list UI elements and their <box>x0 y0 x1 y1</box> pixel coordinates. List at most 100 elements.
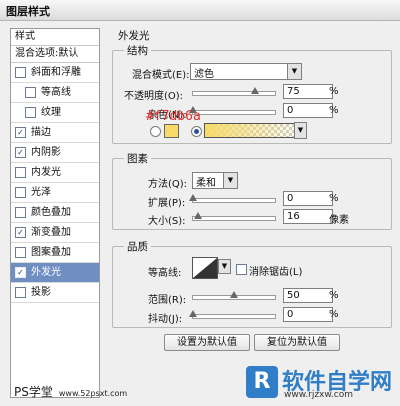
styles-list: 样式 混合选项:默认 斜面和浮雕等高线纹理 ✓ 描边 ✓ 内阴影内发光光泽颜色叠加 ✓ 渐变… <box>10 28 100 398</box>
gradient-dropdown[interactable]: ▼ <box>294 122 307 139</box>
ps-watermark-url: www.52psxt.com <box>58 389 128 398</box>
jitter-slider[interactable] <box>189 310 276 319</box>
reset-default-button[interactable]: 复位为默认值 <box>254 334 340 351</box>
percent-unit: % <box>329 290 339 301</box>
style-checkbox[interactable] <box>15 287 26 298</box>
slider-thumb[interactable] <box>189 194 197 201</box>
spread-input[interactable]: 0 <box>283 191 333 206</box>
blend-mode-label: 混合模式(E): <box>132 70 190 81</box>
style-item-label: 描边 <box>31 127 51 138</box>
jitter-label: 抖动(J): <box>148 314 183 325</box>
style-checkbox[interactable] <box>15 167 26 178</box>
blend-mode-select[interactable]: 滤色 ▼ <box>190 63 302 80</box>
noise-input[interactable]: 0 <box>283 103 333 118</box>
slider-thumb[interactable] <box>250 87 259 94</box>
color-radio[interactable] <box>150 126 161 137</box>
blend-mode-value: 滤色 <box>194 69 214 80</box>
color-annotation: #f7db6a <box>146 109 201 124</box>
slider-thumb[interactable] <box>230 291 238 298</box>
blend-options-item[interactable]: 混合选项:默认 <box>11 46 99 63</box>
style-item-label: 斜面和浮雕 <box>31 67 81 78</box>
spread-slider[interactable] <box>189 194 276 203</box>
style-item[interactable]: 斜面和浮雕 <box>11 63 99 83</box>
style-item[interactable]: ✓ 描边 <box>11 123 99 143</box>
style-item-label: 内发光 <box>31 167 61 178</box>
style-checkbox[interactable]: ✓ <box>15 147 26 158</box>
size-input[interactable]: 16 <box>283 209 333 224</box>
style-item[interactable]: 光泽 <box>11 183 99 203</box>
contour-label: 等高线: <box>148 268 182 279</box>
technique-select[interactable]: 柔和 ▼ <box>192 172 238 189</box>
gradient-preview <box>205 124 303 137</box>
technique-label: 方法(Q): <box>148 179 188 190</box>
style-item[interactable]: 颜色叠加 <box>11 203 99 223</box>
chevron-down-icon: ▼ <box>223 173 237 188</box>
style-item[interactable]: 投影 <box>11 283 99 303</box>
style-item-label: 投影 <box>31 287 51 298</box>
style-item-label: 外发光 <box>31 267 61 278</box>
style-checkbox[interactable] <box>25 107 36 118</box>
brand-logo-icon: R <box>246 366 278 398</box>
set-default-button[interactable]: 设置为默认值 <box>164 334 250 351</box>
style-item[interactable]: ✓ 内阴影 <box>11 143 99 163</box>
style-checkbox[interactable] <box>15 247 26 258</box>
antialias-checkbox[interactable] <box>236 264 247 275</box>
styles-header[interactable]: 样式 <box>11 29 99 46</box>
gradient-picker[interactable] <box>204 123 304 138</box>
style-checkbox[interactable]: ✓ <box>15 227 26 238</box>
spread-label: 扩展(P): <box>148 198 186 209</box>
range-slider[interactable] <box>192 291 276 300</box>
noise-slider[interactable] <box>189 106 276 115</box>
range-input[interactable]: 50 <box>283 288 333 303</box>
jitter-input[interactable]: 0 <box>283 307 333 322</box>
style-checkbox[interactable] <box>15 67 26 78</box>
style-checkbox[interactable]: ✓ <box>15 267 26 278</box>
structure-title: 结构 <box>124 43 151 58</box>
chevron-down-icon: ▼ <box>287 64 301 79</box>
percent-unit: % <box>329 105 339 116</box>
size-label: 大小(S): <box>148 216 186 227</box>
quality-title: 品质 <box>124 239 151 254</box>
style-item[interactable]: 图案叠加 <box>11 243 99 263</box>
elements-title: 图素 <box>124 151 151 166</box>
style-checkbox[interactable] <box>15 187 26 198</box>
contour-dropdown[interactable]: ▼ <box>218 259 231 274</box>
percent-unit: % <box>329 86 339 97</box>
size-slider[interactable] <box>192 212 276 221</box>
style-checkbox[interactable] <box>25 87 36 98</box>
style-item-label: 等高线 <box>41 87 71 98</box>
style-checkbox[interactable] <box>15 207 26 218</box>
outer-glow-title: 外发光 <box>118 30 150 42</box>
style-item-label: 光泽 <box>31 187 51 198</box>
style-item[interactable]: ✓ 渐变叠加 <box>11 223 99 243</box>
style-item-label: 颜色叠加 <box>31 207 71 218</box>
slider-thumb[interactable] <box>193 212 202 219</box>
style-item[interactable]: ✓ 外发光 <box>11 263 99 283</box>
style-checkbox[interactable]: ✓ <box>15 127 26 138</box>
ps-watermark: PS学堂 www.52psxt.com <box>14 383 127 400</box>
antialias-label: 消除锯齿(L) <box>249 267 303 278</box>
range-label: 范围(R): <box>148 295 187 306</box>
contour-curve-icon <box>193 258 217 278</box>
slider-thumb[interactable] <box>189 310 197 317</box>
opacity-input[interactable]: 75 <box>283 84 333 99</box>
size-unit: 像素 <box>329 215 349 226</box>
opacity-label: 不透明度(O): <box>124 91 184 102</box>
glow-color-swatch[interactable] <box>164 124 179 138</box>
style-item[interactable]: 等高线 <box>11 83 99 103</box>
style-item-label: 图案叠加 <box>31 247 71 258</box>
style-item[interactable]: 内发光 <box>11 163 99 183</box>
window-title: 图层样式 <box>6 5 50 18</box>
gradient-radio[interactable] <box>191 126 202 137</box>
title-bar: 图层样式 <box>0 0 400 21</box>
technique-value: 柔和 <box>196 178 216 189</box>
style-item-label: 渐变叠加 <box>31 227 71 238</box>
percent-unit: % <box>329 193 339 204</box>
contour-picker[interactable] <box>192 257 218 279</box>
opacity-slider[interactable] <box>192 87 276 96</box>
style-item[interactable]: 纹理 <box>11 103 99 123</box>
percent-unit: % <box>329 309 339 320</box>
style-item-label: 内阴影 <box>31 147 61 158</box>
ps-watermark-text: PS学堂 <box>14 385 53 399</box>
style-item-label: 纹理 <box>41 107 61 118</box>
